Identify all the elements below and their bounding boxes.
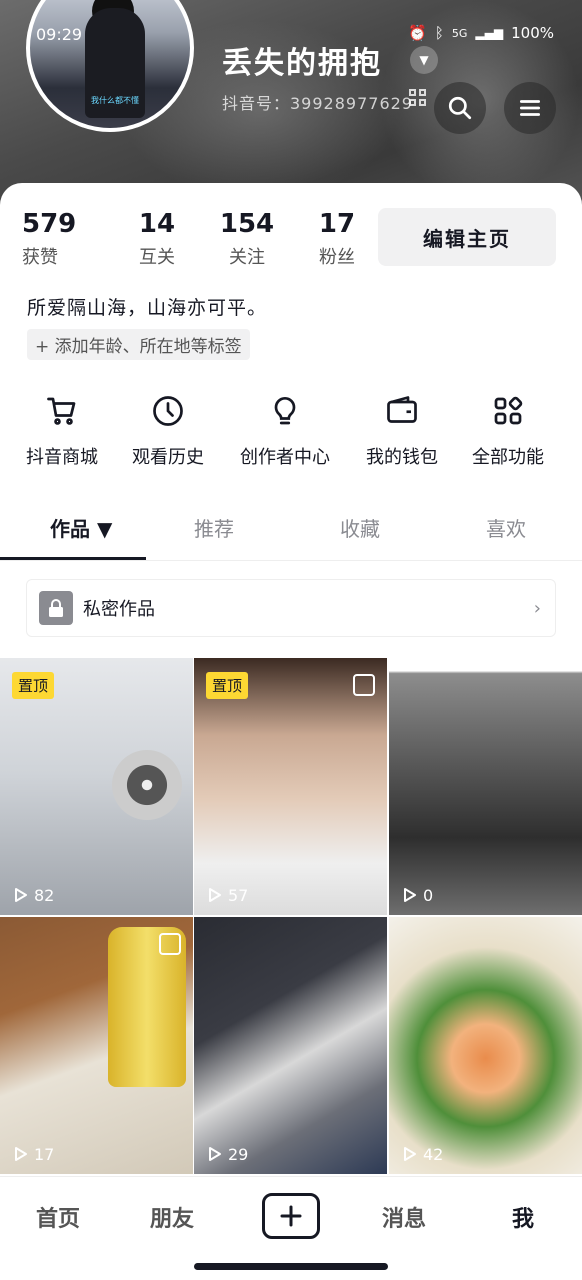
nav-home[interactable]: 首页 (36, 1201, 80, 1233)
status-bar-right: ⏰ ᛒ 5G ▂▄▆ 100% (408, 24, 554, 42)
bulb-icon (274, 396, 296, 425)
content-tabs: 作品 ▼ 推荐 收藏 喜欢 (0, 505, 582, 561)
private-works-row[interactable]: 私密作品 › (26, 579, 556, 637)
play-count: 17 (10, 1144, 54, 1164)
stat-followers[interactable]: 17 粉丝 (292, 209, 382, 269)
create-post-button[interactable] (262, 1193, 320, 1239)
lock-icon (39, 591, 73, 625)
play-icon (15, 888, 27, 902)
play-icon (209, 888, 221, 902)
stats-row: 579 获赞 14 互关 154 关注 17 粉丝 (22, 209, 382, 269)
stat-value: 579 (22, 209, 77, 239)
bottom-navigation: 首页 朋友 消息 我 (0, 1176, 582, 1280)
shortcut-history[interactable]: 观看历史 (132, 393, 204, 469)
multi-image-icon (353, 674, 375, 696)
play-icon (209, 1147, 221, 1161)
shortcut-wallet[interactable]: 我的钱包 (366, 393, 438, 469)
video-grid: 置顶 82 置顶 57 0 17 29 42 (0, 658, 582, 1176)
stat-value: 17 (318, 209, 356, 239)
play-icon (15, 1147, 27, 1161)
plus-icon (280, 1205, 302, 1227)
search-button[interactable] (434, 82, 486, 134)
avatar-caption: 我什么都不懂 (91, 96, 139, 105)
battery-label: 100% (511, 24, 554, 42)
video-thumbnail-image (389, 917, 582, 1174)
play-count-value: 17 (34, 1144, 55, 1164)
stat-following[interactable]: 154 关注 (202, 209, 292, 269)
qrcode-icon[interactable] (409, 89, 427, 107)
play-count-value: 82 (34, 885, 55, 905)
pinned-badge: 置顶 (12, 672, 55, 699)
play-count: 82 (10, 885, 54, 905)
cart-icon (47, 397, 76, 425)
home-indicator (194, 1263, 388, 1270)
nav-messages[interactable]: 消息 (382, 1201, 426, 1233)
stat-label: 获赞 (22, 247, 58, 268)
stat-label: 互关 (139, 247, 175, 268)
video-thumbnail[interactable]: 0 (389, 658, 582, 915)
stat-likes[interactable]: 579 获赞 (22, 209, 78, 269)
video-thumbnail[interactable]: 42 (389, 917, 582, 1174)
shortcut-all-features[interactable]: 全部功能 (472, 393, 544, 469)
video-thumbnail[interactable]: 29 (194, 917, 387, 1174)
vinyl-disc-decoration (112, 750, 182, 820)
stat-value: 14 (138, 209, 176, 239)
private-works-label: 私密作品 (83, 599, 155, 620)
chevron-right-icon: › (533, 598, 541, 619)
nav-friends[interactable]: 朋友 (150, 1201, 194, 1233)
tab-favorites[interactable]: 收藏 (340, 513, 380, 542)
shortcut-label: 我的钱包 (366, 447, 438, 468)
shortcut-label: 观看历史 (132, 447, 204, 468)
play-count-value: 0 (423, 885, 434, 905)
network-label: 5G (451, 26, 468, 40)
video-thumbnail[interactable]: 置顶 82 (0, 658, 193, 915)
stat-label: 粉丝 (319, 247, 355, 268)
edit-profile-button[interactable]: 编辑主页 (378, 208, 556, 266)
nav-me[interactable]: 我 (512, 1201, 534, 1233)
play-count-value: 57 (228, 885, 249, 905)
video-thumbnail[interactable]: 置顶 57 (194, 658, 387, 915)
shortcut-label: 创作者中心 (240, 447, 330, 468)
play-count: 57 (204, 885, 248, 905)
pinned-badge: 置顶 (206, 672, 249, 699)
tab-likes[interactable]: 喜欢 (486, 513, 526, 542)
status-time: 09:29 (36, 25, 83, 44)
stat-label: 关注 (229, 247, 265, 268)
wallet-icon (387, 396, 417, 423)
multi-image-icon (159, 933, 181, 955)
grid-icon (494, 396, 523, 425)
account-switch-dropdown[interactable]: ▼ (410, 46, 438, 74)
bio-text: 所爱隔山海，山海亦可平。 (27, 297, 268, 319)
hamburger-icon (519, 100, 541, 116)
active-tab-indicator (0, 557, 146, 560)
shortcut-mall[interactable]: 抖音商城 (26, 393, 98, 469)
clock-icon (153, 396, 183, 426)
add-tags-button[interactable]: + 添加年龄、所在地等标签 (27, 329, 250, 360)
video-thumbnail[interactable]: 17 (0, 917, 193, 1174)
play-count: 0 (399, 885, 433, 905)
tab-works[interactable]: 作品 ▼ (50, 513, 112, 542)
play-count-value: 42 (423, 1144, 444, 1164)
shortcut-label: 抖音商城 (26, 447, 98, 468)
play-count-value: 29 (228, 1144, 249, 1164)
shortcuts-row: 抖音商城 观看历史 创作者中心 我的钱包 全部功能 (0, 393, 582, 473)
video-thumbnail-image (194, 917, 387, 1174)
tab-recommended[interactable]: 推荐 (194, 513, 234, 542)
stat-value: 154 (219, 209, 275, 239)
profile-nickname: 丢失的拥抱 (222, 46, 382, 81)
video-thumbnail-image (389, 658, 582, 915)
signal-icon: ▂▄▆ (475, 26, 504, 40)
play-count: 42 (399, 1144, 443, 1164)
stat-mutual[interactable]: 14 互关 (112, 209, 202, 269)
play-count: 29 (204, 1144, 248, 1164)
shortcut-label: 全部功能 (472, 447, 544, 468)
douyin-id[interactable]: 抖音号：39928977629 (222, 90, 413, 114)
play-icon (404, 888, 416, 902)
search-icon (448, 96, 472, 120)
alarm-icon: ⏰ (408, 24, 427, 42)
shortcut-creator[interactable]: 创作者中心 (240, 393, 330, 469)
menu-button[interactable] (504, 82, 556, 134)
play-icon (404, 1147, 416, 1161)
bluetooth-icon: ᛒ (434, 24, 444, 42)
